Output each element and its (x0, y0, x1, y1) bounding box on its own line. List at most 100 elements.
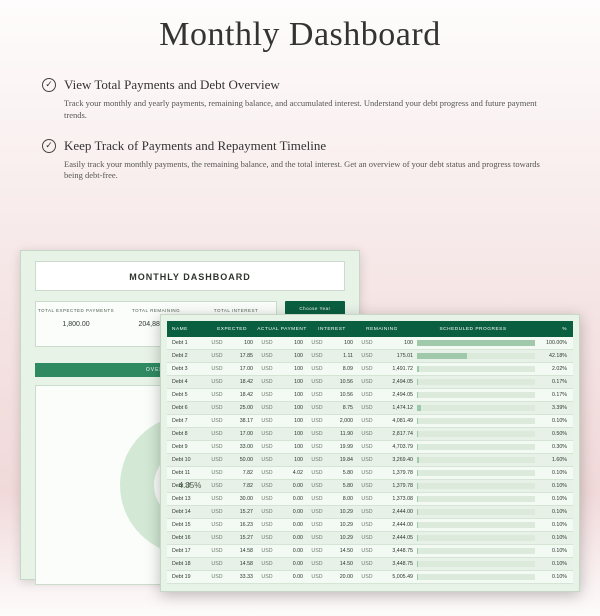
cell-cur: USD (307, 402, 327, 414)
cell-cur: USD (307, 428, 327, 440)
cell-remaining: 2,444.00 (377, 506, 417, 518)
cell-pct: 42.18% (539, 350, 573, 362)
check-icon (42, 139, 56, 153)
cell-cur: USD (357, 402, 377, 414)
dashboard-header: MONTHLY DASHBOARD (35, 261, 345, 291)
donut-icon: 4.35% (120, 415, 260, 555)
cell-actual: 100 (277, 363, 307, 375)
cell-progress (417, 363, 539, 375)
cell-progress (417, 389, 539, 401)
feature-1-label: View Total Payments and Debt Overview (64, 77, 280, 93)
cell-cur: USD (307, 376, 327, 388)
cell-cur: USD (307, 467, 327, 479)
table-row: Debt 18USD14.58USD0.00USD14.50USD3,448.7… (167, 558, 573, 571)
cell-cur: USD (207, 350, 227, 362)
cell-cur: USD (307, 480, 327, 492)
cell-remaining: 2,494.05 (377, 376, 417, 388)
cell-interest: 5.80 (327, 480, 357, 492)
cell-progress (417, 558, 539, 570)
cell-pct: 3.39% (539, 402, 573, 414)
cell-interest: 8.09 (327, 363, 357, 375)
cell-cur: USD (357, 389, 377, 401)
cell-remaining: 175.01 (377, 350, 417, 362)
cell-cur: USD (207, 389, 227, 401)
cell-name: Debt 19 (167, 571, 207, 583)
cell-cur: USD (257, 571, 277, 583)
cell-name: Debt 6 (167, 402, 207, 414)
cell-pct: 0.10% (539, 545, 573, 557)
kpi-interest-label: TOTAL INTEREST (196, 308, 276, 313)
cell-pct: 1.60% (539, 454, 573, 466)
cell-progress (417, 350, 539, 362)
cell-progress (417, 532, 539, 544)
cell-progress (417, 519, 539, 531)
cell-progress (417, 337, 539, 349)
cell-progress (417, 454, 539, 466)
cell-name: Debt 2 (167, 350, 207, 362)
cell-cur: USD (307, 363, 327, 375)
cell-cur: USD (357, 363, 377, 375)
cell-cur: USD (357, 376, 377, 388)
cell-pct: 0.10% (539, 571, 573, 583)
cell-name: Debt 3 (167, 363, 207, 375)
col-actual: ACTUAL PAYMENT (257, 321, 307, 337)
cell-cur: USD (257, 402, 277, 414)
cell-actual: 0.00 (277, 571, 307, 583)
cell-cur: USD (307, 415, 327, 427)
cell-cur: USD (257, 337, 277, 349)
cell-cur: USD (357, 558, 377, 570)
cell-name: Debt 4 (167, 376, 207, 388)
cell-cur: USD (257, 467, 277, 479)
cell-interest: 19.84 (327, 454, 357, 466)
cell-cur: USD (257, 545, 277, 557)
progress-pct: 4.35% (120, 415, 260, 555)
cell-pct: 0.10% (539, 493, 573, 505)
cell-interest: 5.80 (327, 467, 357, 479)
col-progress: SCHEDULED PROGRESS (407, 321, 539, 337)
kpi-expected-value: 1,800.00 (36, 321, 116, 328)
cell-cur: USD (207, 337, 227, 349)
cell-cur: USD (307, 441, 327, 453)
cell-cur: USD (357, 441, 377, 453)
cell-actual: 100 (277, 441, 307, 453)
cell-interest: 100 (327, 337, 357, 349)
cell-expected: 17.85 (227, 350, 257, 362)
cell-cur: USD (257, 519, 277, 531)
cell-pct: 0.17% (539, 389, 573, 401)
check-icon (42, 78, 56, 92)
cell-remaining: 1,379.78 (377, 467, 417, 479)
cell-interest: 10.29 (327, 532, 357, 544)
col-interest: INTEREST (307, 321, 357, 337)
cell-cur: USD (357, 454, 377, 466)
cell-expected: 18.42 (227, 389, 257, 401)
kpi-remaining-label: TOTAL REMAINING (116, 308, 196, 313)
cell-cur: USD (257, 480, 277, 492)
cell-remaining: 3,269.40 (377, 454, 417, 466)
cell-cur: USD (307, 545, 327, 557)
cell-actual: 100 (277, 428, 307, 440)
col-expected: EXPECTED (207, 321, 257, 337)
cell-cur: USD (357, 519, 377, 531)
cell-progress (417, 571, 539, 583)
cell-cur: USD (307, 519, 327, 531)
cell-pct: 0.10% (539, 415, 573, 427)
cell-cur: USD (257, 532, 277, 544)
cell-pct: 0.10% (539, 532, 573, 544)
cell-pct: 0.10% (539, 506, 573, 518)
cell-actual: 100 (277, 415, 307, 427)
cell-cur: USD (257, 363, 277, 375)
table-row: Debt 19USD33.33USD0.00USD20.00USD5,005.4… (167, 571, 573, 584)
cell-progress (417, 467, 539, 479)
cell-cur: USD (207, 558, 227, 570)
feature-2: Keep Track of Payments and Repayment Tim… (42, 138, 558, 183)
cell-remaining: 1,379.78 (377, 480, 417, 492)
cell-cur: USD (257, 441, 277, 453)
cell-interest: 10.56 (327, 389, 357, 401)
cell-progress (417, 493, 539, 505)
cell-expected: 25.00 (227, 402, 257, 414)
cell-interest: 14.50 (327, 545, 357, 557)
cell-cur: USD (307, 337, 327, 349)
cell-actual: 0.00 (277, 493, 307, 505)
cell-interest: 19.99 (327, 441, 357, 453)
cell-cur: USD (357, 532, 377, 544)
